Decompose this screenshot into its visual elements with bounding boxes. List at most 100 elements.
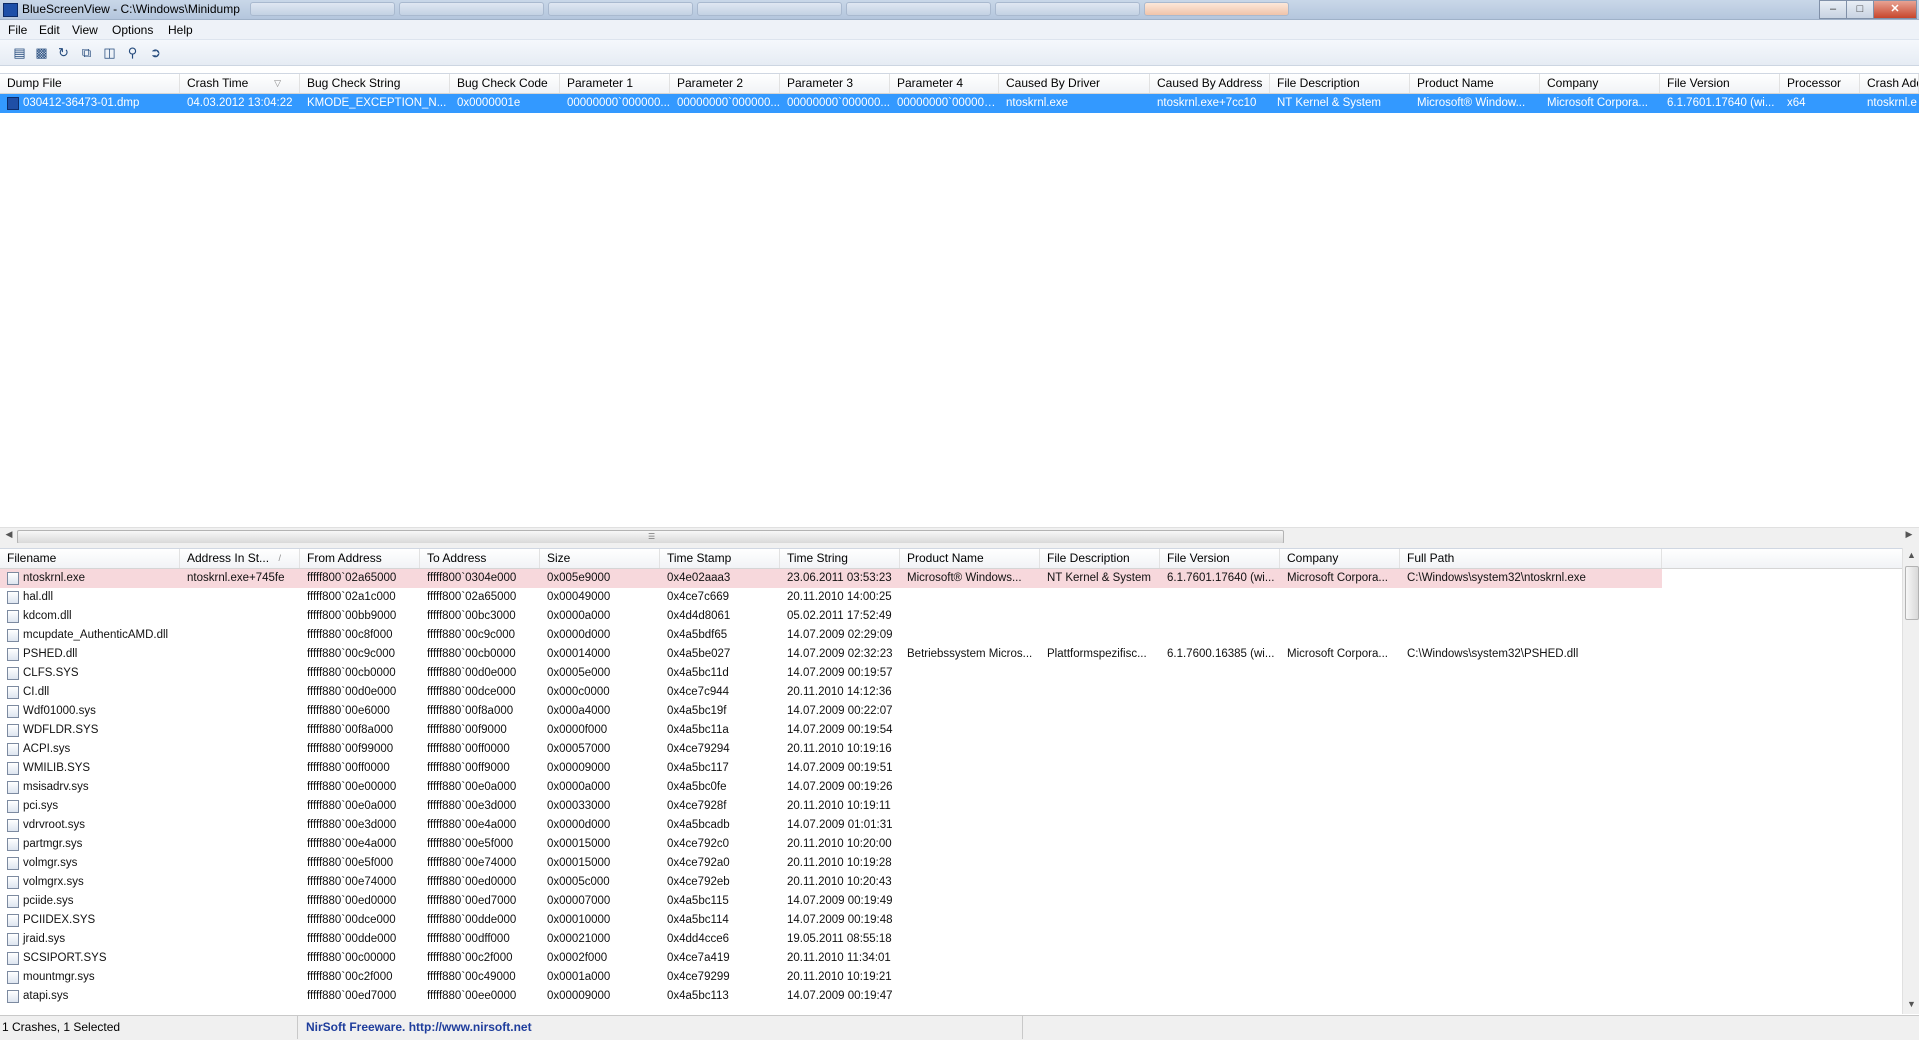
- refresh-icon[interactable]: ↻: [55, 44, 72, 61]
- crash-list[interactable]: Dump File Crash Time ▽ Bug Check String Bug …: [0, 73, 1919, 538]
- column-header-from-address[interactable]: From Address: [300, 549, 420, 568]
- column-header-company[interactable]: Company: [1540, 74, 1660, 93]
- cell-time-string: 19.05.2011 08:55:18: [787, 933, 892, 945]
- cell-from-address: fffff880`00c9c000: [307, 648, 396, 660]
- driver-file-icon: [7, 629, 19, 642]
- driver-row[interactable]: partmgr.sys fffff880`00e4a000 fffff880`00e…: [0, 835, 1919, 854]
- column-header-parameter-3[interactable]: Parameter 3: [780, 74, 890, 93]
- cell-to-address: fffff880`00ee0000: [427, 990, 517, 1002]
- column-header-file-description[interactable]: File Description: [1040, 549, 1160, 568]
- cell-filename: partmgr.sys: [0, 835, 180, 854]
- column-header-filename[interactable]: Filename: [0, 549, 180, 568]
- scroll-right-icon[interactable]: ▶: [1902, 529, 1916, 540]
- column-header-size[interactable]: Size: [540, 549, 660, 568]
- scroll-up-icon[interactable]: ▲: [1903, 550, 1919, 560]
- find-icon[interactable]: ⚲: [124, 44, 141, 61]
- cell-filename: ACPI.sys: [0, 740, 180, 759]
- column-header-bug-check-code[interactable]: Bug Check Code: [450, 74, 560, 93]
- scrollbar-thumb[interactable]: [1905, 566, 1919, 620]
- cell-product-name: [900, 588, 1040, 607]
- save-icon[interactable]: ▩: [33, 44, 50, 61]
- column-header-caused-by-address[interactable]: Caused By Address: [1150, 74, 1270, 93]
- cell-to-address: fffff880`00f8a000: [427, 705, 514, 717]
- driver-row[interactable]: atapi.sys fffff880`00ed7000 fffff880`00ee0…: [0, 987, 1919, 1006]
- driver-row[interactable]: WMILIB.SYS fffff880`00ff0000 fffff880`00ff…: [0, 759, 1919, 778]
- driver-row[interactable]: ACPI.sys fffff880`00f99000 fffff880`00ff00…: [0, 740, 1919, 759]
- vertical-scrollbar[interactable]: ▲ ▼: [1902, 548, 1919, 1014]
- column-header-time-stamp[interactable]: Time Stamp: [660, 549, 780, 568]
- scroll-left-icon[interactable]: ◀: [2, 529, 16, 540]
- driver-file-icon: [7, 857, 19, 870]
- scroll-down-icon[interactable]: ▼: [1903, 999, 1919, 1009]
- cell-address-in-st: [180, 873, 300, 892]
- driver-row[interactable]: CLFS.SYS fffff880`00cb0000 fffff880`00d0e0…: [0, 664, 1919, 683]
- column-header-time-string[interactable]: Time String: [780, 549, 900, 568]
- cell-time-string: 20.11.2010 10:20:43: [787, 876, 892, 888]
- column-header-caused-by-driver[interactable]: Caused By Driver: [999, 74, 1150, 93]
- driver-file-icon: [7, 952, 19, 965]
- driver-row[interactable]: mcupdate_AuthenticAMD.dll fffff880`00c8f0…: [0, 626, 1919, 645]
- column-header-to-address[interactable]: To Address: [420, 549, 540, 568]
- column-header-product-name[interactable]: Product Name: [900, 549, 1040, 568]
- cell-file-version: [1160, 778, 1280, 797]
- column-header-full-path[interactable]: Full Path: [1400, 549, 1662, 568]
- close-button[interactable]: ✕: [1873, 0, 1917, 19]
- cell-time-stamp: 0x4a5bdf65: [667, 629, 728, 641]
- driver-row[interactable]: pci.sys fffff880`00e0a000 fffff880`00e3d00…: [0, 797, 1919, 816]
- driver-row[interactable]: PSHED.dll fffff880`00c9c000 fffff880`00cb0…: [0, 645, 1919, 664]
- cell-file-description: [1040, 607, 1160, 626]
- exit-icon[interactable]: ➲: [147, 44, 164, 61]
- column-header-bug-check-string[interactable]: Bug Check String: [300, 74, 450, 93]
- driver-row[interactable]: volmgr.sys fffff880`00e5f000 fffff880`00e7…: [0, 854, 1919, 873]
- driver-row[interactable]: mountmgr.sys fffff880`00c2f000 fffff880`00…: [0, 968, 1919, 987]
- column-header-crash-add[interactable]: Crash Add: [1860, 74, 1919, 93]
- menu-edit[interactable]: Edit: [39, 23, 60, 37]
- driver-row[interactable]: hal.dll fffff800`02a1c000 fffff800`02a6500…: [0, 588, 1919, 607]
- cell-filename: volmgrx.sys: [0, 873, 180, 892]
- driver-row[interactable]: SCSIPORT.SYS fffff880`00c00000 fffff880`00…: [0, 949, 1919, 968]
- scrollbar-thumb[interactable]: ☰: [17, 530, 1284, 544]
- menu-help[interactable]: Help: [168, 23, 193, 37]
- driver-row[interactable]: PCIIDEX.SYS fffff880`00dce000 fffff880`00d…: [0, 911, 1919, 930]
- background-tab: [250, 2, 395, 16]
- column-header-company[interactable]: Company: [1280, 549, 1400, 568]
- column-header-crash-time[interactable]: Crash Time ▽: [180, 74, 300, 93]
- driver-row[interactable]: kdcom.dll fffff800`00bb9000 fffff800`00bc3…: [0, 607, 1919, 626]
- driver-row[interactable]: msisadrv.sys fffff880`00e00000 fffff880`00…: [0, 778, 1919, 797]
- driver-row[interactable]: vdrvroot.sys fffff880`00e3d000 fffff880`00…: [0, 816, 1919, 835]
- maximize-button[interactable]: □: [1846, 0, 1874, 19]
- driver-row[interactable]: ntoskrnl.exe ntoskrnl.exe+745fe fffff800`0…: [0, 569, 1919, 588]
- horizontal-scrollbar[interactable]: ◀ ☰ ▶: [0, 527, 1919, 544]
- driver-row[interactable]: Wdf01000.sys fffff880`00e6000 fffff880`00f…: [0, 702, 1919, 721]
- column-header-processor[interactable]: Processor: [1780, 74, 1860, 93]
- column-header-file-description[interactable]: File Description: [1270, 74, 1410, 93]
- menu-options[interactable]: Options: [112, 23, 153, 37]
- nirsoft-link[interactable]: NirSoft Freeware. http://www.nirsoft.net: [298, 1016, 1023, 1039]
- driver-row[interactable]: WDFLDR.SYS fffff880`00f8a000 fffff880`00f9…: [0, 721, 1919, 740]
- column-header-parameter-2[interactable]: Parameter 2: [670, 74, 780, 93]
- column-header-address-in-st[interactable]: Address In St... /: [180, 549, 300, 568]
- column-header-file-version[interactable]: File Version: [1660, 74, 1780, 93]
- driver-row[interactable]: volmgrx.sys fffff880`00e74000 fffff880`00e…: [0, 873, 1919, 892]
- cell-company: Microsoft Corpora...: [1547, 97, 1648, 109]
- column-header-product-name[interactable]: Product Name: [1410, 74, 1540, 93]
- copy-icon[interactable]: ⧉: [78, 44, 95, 61]
- cell-address-in-st: [180, 797, 300, 816]
- column-header-parameter-1[interactable]: Parameter 1: [560, 74, 670, 93]
- cell-size: 0x00009000: [547, 762, 611, 774]
- driver-row[interactable]: jraid.sys fffff880`00dde000 fffff880`00dff…: [0, 930, 1919, 949]
- menu-file[interactable]: File: [8, 23, 27, 37]
- properties-icon[interactable]: ▤: [11, 44, 28, 61]
- column-header-dump-file[interactable]: Dump File: [0, 74, 180, 93]
- minimize-button[interactable]: –: [1819, 0, 1847, 19]
- driver-row[interactable]: CI.dll fffff880`00d0e000 fffff880`00dce000…: [0, 683, 1919, 702]
- driver-list[interactable]: Filename Address In St... / From Address To …: [0, 548, 1919, 1015]
- cell-company: [1280, 740, 1400, 759]
- column-header-parameter-4[interactable]: Parameter 4: [890, 74, 999, 93]
- driver-row[interactable]: pciide.sys fffff880`00ed0000 fffff880`00ed…: [0, 892, 1919, 911]
- report-icon[interactable]: ◫: [101, 44, 118, 61]
- cell-size: 0x00007000: [547, 895, 611, 907]
- crash-row[interactable]: 030412-36473-01.dmp 04.03.2012 13:04:22 KM…: [0, 94, 1919, 113]
- column-header-file-version[interactable]: File Version: [1160, 549, 1280, 568]
- menu-view[interactable]: View: [72, 23, 98, 37]
